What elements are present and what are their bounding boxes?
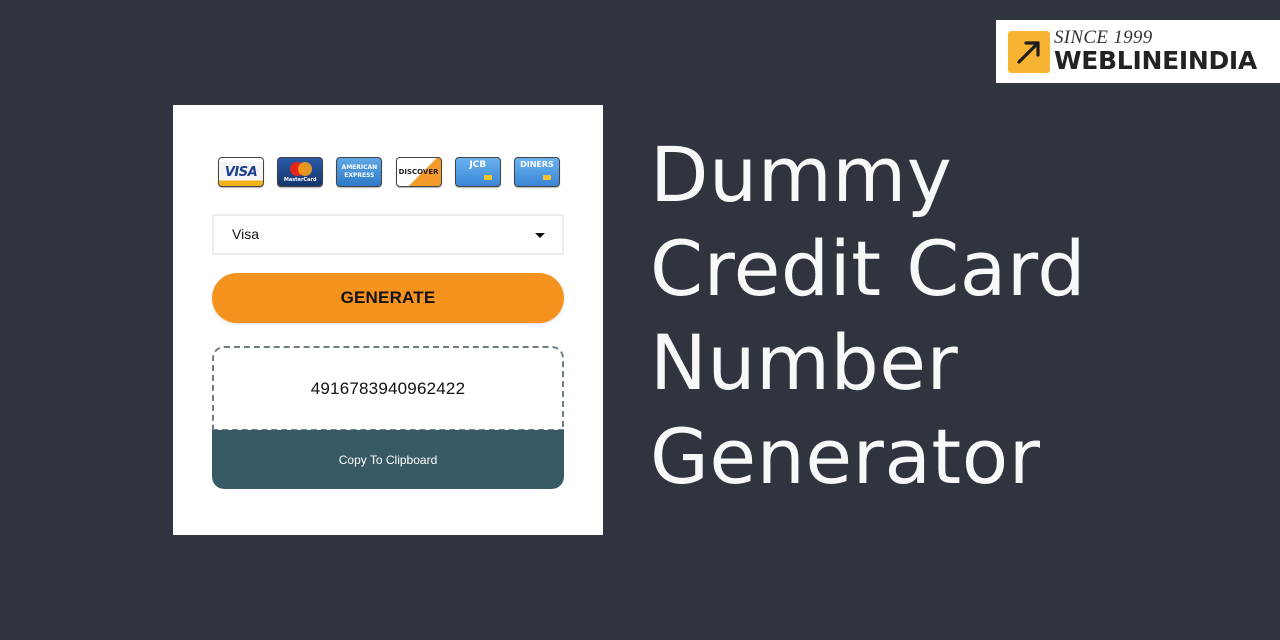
jcb-label: JCB	[469, 160, 487, 170]
copy-to-clipboard-button[interactable]: Copy To Clipboard	[212, 430, 564, 489]
generate-button[interactable]: GENERATE	[212, 273, 564, 323]
headline-line-1: Dummy	[650, 130, 953, 219]
chip-icon	[483, 175, 492, 180]
headline-line-2: Credit Card	[650, 224, 1087, 313]
discover-label: DISCOVER	[398, 168, 439, 176]
result-display: 4916783940962422	[212, 346, 564, 431]
mastercard-label: MasterCard	[283, 177, 317, 183]
amex-card-icon[interactable]: AMERICAN EXPRESS	[336, 157, 383, 187]
card-type-select[interactable]: Visa	[212, 214, 564, 255]
amex-label: AMERICAN EXPRESS	[341, 164, 378, 179]
logo-company-name: WEBLINEINDIA	[1054, 46, 1257, 75]
arrow-up-right-icon	[1008, 31, 1050, 73]
chip-icon	[542, 175, 551, 180]
mastercard-orange-circle	[298, 162, 313, 176]
card-type-selected-value: Visa	[232, 226, 259, 242]
jcb-card-icon[interactable]: JCB	[454, 157, 501, 187]
visa-label: VISA	[224, 164, 258, 180]
diners-label: DINERS	[520, 160, 554, 169]
card-brand-list: VISA MasterCard AMERICAN EXPRESS DISCOVE…	[218, 157, 560, 189]
page-headline: Dummy Credit Card Number Generator	[650, 128, 1086, 504]
generator-card: VISA MasterCard AMERICAN EXPRESS DISCOVE…	[173, 105, 603, 535]
generated-card-number: 4916783940962422	[310, 378, 466, 398]
headline-line-4: Generator	[650, 412, 1041, 501]
result-box: 4916783940962422 Copy To Clipboard	[212, 346, 564, 489]
caret-down-icon	[535, 233, 545, 238]
diners-card-icon[interactable]: DINERS	[513, 157, 560, 187]
headline-line-3: Number	[650, 318, 959, 407]
mastercard-card-icon[interactable]: MasterCard	[277, 157, 324, 187]
visa-card-icon[interactable]: VISA	[218, 157, 264, 187]
discover-card-icon[interactable]: DISCOVER	[395, 157, 442, 187]
weblineindia-logo[interactable]: SINCE 1999 WEBLINEINDIA	[996, 20, 1280, 83]
